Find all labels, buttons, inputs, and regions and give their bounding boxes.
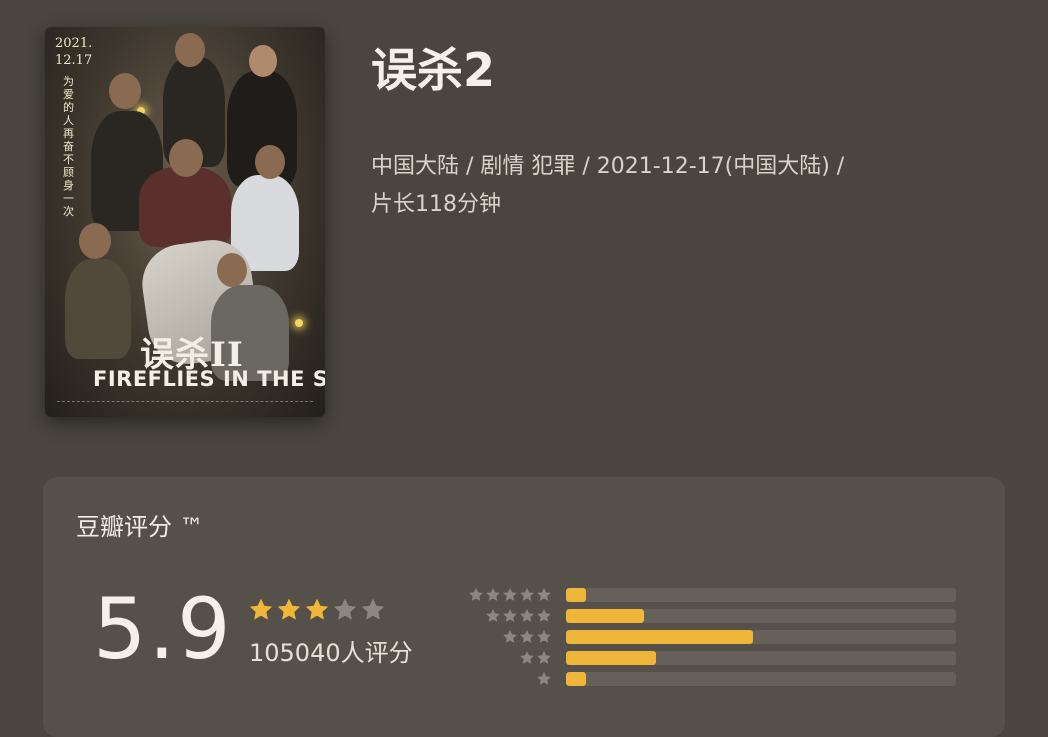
movie-meta-line: 中国大陆 / 剧情 犯罪 / 2021-12-17(中国大陆) /: [371, 154, 845, 179]
distribution-row-4-star: [468, 608, 956, 624]
star-icon: [520, 651, 534, 664]
poster-figure-head: [79, 223, 111, 259]
distribution-row-5-star: [468, 587, 956, 603]
poster-figure-head: [217, 253, 247, 287]
distribution-star-label: [468, 671, 552, 687]
distribution-row-2-star: [468, 650, 956, 666]
poster-credits: [57, 401, 313, 406]
distribution-bar-fill: [566, 609, 644, 623]
star-icon: [537, 672, 551, 685]
star-icon: [503, 588, 517, 601]
poster-figure-head: [255, 145, 285, 179]
star-icon: [361, 598, 385, 620]
star-icon: [486, 588, 500, 601]
movie-meta-line: 片长118分钟: [371, 192, 501, 217]
poster-tagline: 为爱的人 再奋不顾身一次: [63, 75, 74, 218]
distribution-bar-track: [566, 588, 956, 602]
poster-figure: [139, 167, 231, 247]
distribution-star-label: [468, 629, 552, 645]
star-icon: [333, 598, 357, 620]
star-icon: [520, 588, 534, 601]
star-icon: [520, 630, 534, 643]
star-icon: [537, 588, 551, 601]
rating-score: 5.9: [93, 580, 233, 678]
rating-label: 豆瓣评分 ™: [76, 513, 204, 541]
distribution-star-label: [468, 650, 552, 666]
distribution-bar-fill: [566, 672, 586, 686]
distribution-bar-track: [566, 651, 956, 665]
star-icon: [469, 588, 483, 601]
poster-figure-head: [169, 139, 203, 177]
star-icon: [249, 598, 273, 620]
star-icon: [305, 598, 329, 620]
movie-meta: 中国大陆 / 剧情 犯罪 / 2021-12-17(中国大陆) / 片长118分…: [371, 148, 1011, 224]
distribution-star-label: [468, 608, 552, 624]
star-icon: [486, 609, 500, 622]
distribution-bar-fill: [566, 651, 656, 665]
distribution-bar-track: [566, 609, 956, 623]
distribution-bar-fill: [566, 630, 754, 644]
distribution-row-3-star: [468, 629, 956, 645]
poster-release-date: 2021. 12.17: [55, 36, 93, 68]
rating-stars: [248, 597, 386, 623]
poster-figure: [65, 259, 131, 359]
poster-figure-head: [175, 33, 205, 67]
poster-figure-head: [109, 73, 141, 109]
rating-card[interactable]: 豆瓣评分 ™ 5.9 105040人评分: [43, 477, 1005, 737]
star-icon: [503, 609, 517, 622]
movie-title: 误杀2: [371, 43, 496, 97]
distribution-bar-track: [566, 672, 956, 686]
firefly-light: [295, 319, 303, 327]
distribution-star-label: [468, 587, 552, 603]
star-icon: [503, 630, 517, 643]
distribution-bar-track: [566, 630, 956, 644]
poster-figure-head: [249, 45, 277, 77]
star-icon: [537, 630, 551, 643]
distribution-bar-fill: [566, 588, 586, 602]
rating-count[interactable]: 105040人评分: [249, 633, 413, 668]
star-icon: [537, 651, 551, 664]
star-icon: [537, 609, 551, 622]
star-icon: [520, 609, 534, 622]
distribution-row-1-star: [468, 671, 956, 687]
poster-title-en: FIREFLIES IN THE SUN: [93, 367, 325, 391]
star-icon: [277, 598, 301, 620]
movie-poster[interactable]: 2021. 12.17 为爱的人 再奋不顾身一次 误杀II FIREFLIES …: [45, 27, 325, 417]
